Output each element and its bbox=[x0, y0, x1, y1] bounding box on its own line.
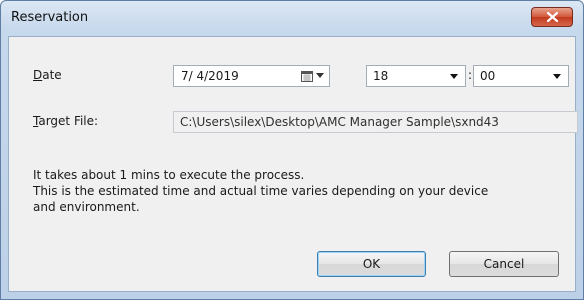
hour-value: 18 bbox=[373, 69, 389, 83]
cancel-button[interactable]: Cancel bbox=[449, 251, 559, 277]
calendar-icon[interactable] bbox=[301, 71, 313, 82]
target-file-label: Target File: bbox=[33, 114, 99, 128]
target-file-value: C:\Users\silex\Desktop\AMC Manager Sampl… bbox=[180, 115, 499, 129]
message-line: It takes about 1 mins to execute the pro… bbox=[33, 168, 305, 182]
chevron-down-icon[interactable] bbox=[316, 73, 324, 78]
date-label: Date bbox=[33, 68, 62, 82]
reservation-dialog: Reservation Date 7/ 4/2019 18 : 00 Targe… bbox=[0, 0, 584, 300]
info-message: It takes about 1 mins to execute the pro… bbox=[33, 167, 573, 215]
ok-button[interactable]: OK bbox=[317, 251, 426, 277]
message-line: This is the estimated time and actual ti… bbox=[33, 184, 489, 198]
minute-value: 00 bbox=[480, 69, 496, 83]
date-picker[interactable]: 7/ 4/2019 bbox=[173, 65, 330, 87]
hour-select[interactable]: 18 bbox=[366, 65, 466, 87]
dialog-body: Date 7/ 4/2019 18 : 00 Target File: C:\U… bbox=[8, 36, 578, 292]
target-file-field[interactable]: C:\Users\silex\Desktop\AMC Manager Sampl… bbox=[173, 111, 578, 133]
close-icon bbox=[547, 12, 558, 22]
date-value: 7/ 4/2019 bbox=[181, 69, 239, 83]
close-button[interactable] bbox=[531, 7, 573, 27]
chevron-down-icon bbox=[450, 74, 458, 79]
title-bar[interactable]: Reservation bbox=[1, 1, 583, 35]
chevron-down-icon bbox=[553, 74, 561, 79]
time-separator: : bbox=[468, 68, 473, 82]
window-title: Reservation bbox=[11, 10, 89, 25]
minute-select[interactable]: 00 bbox=[473, 65, 569, 87]
message-line: and environment. bbox=[33, 200, 140, 214]
